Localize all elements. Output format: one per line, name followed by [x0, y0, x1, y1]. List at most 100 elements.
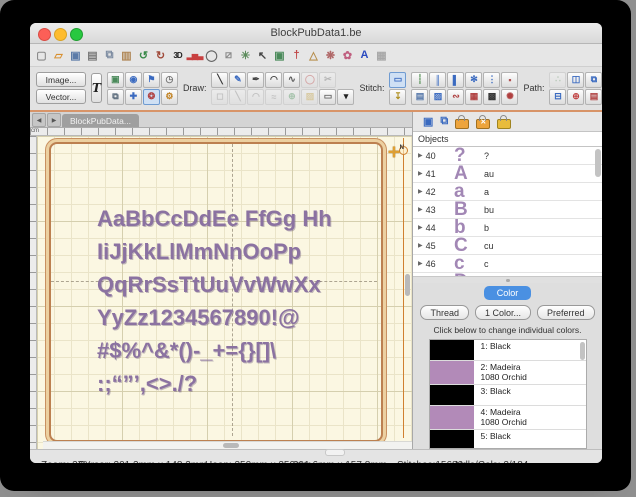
pattern-ball-button[interactable]: ❋: [322, 47, 339, 64]
one-color-button[interactable]: 1 Color...: [475, 305, 531, 320]
pointer-button[interactable]: ↖: [254, 47, 271, 64]
color-item[interactable]: 3: Black: [430, 385, 586, 406]
object-row[interactable]: ▶40 ? ?: [413, 147, 602, 165]
bezier-pen-button[interactable]: ✒: [247, 72, 264, 88]
applique-button[interactable]: ▪: [501, 72, 518, 88]
canvas-vertical-scrollbar[interactable]: [404, 136, 411, 449]
machine-button[interactable]: ✳: [237, 47, 254, 64]
add-node-button[interactable]: ⊕: [283, 89, 300, 105]
pattern-grid-button[interactable]: ❂: [143, 89, 160, 105]
spiral-fill-button[interactable]: ✺: [501, 89, 518, 105]
vertical-scroll-thumb[interactable]: [405, 274, 410, 296]
object-row[interactable]: ▶46 c c: [413, 255, 602, 273]
motif-fill-button[interactable]: ∾: [447, 89, 464, 105]
center-design-button[interactable]: ✚: [125, 89, 142, 105]
expand-arrow-icon[interactable]: ▶: [418, 170, 423, 177]
objects-scroll-thumb[interactable]: [595, 149, 601, 177]
run-stitch-button[interactable]: ┆: [411, 72, 428, 88]
horizontal-scroll-thumb[interactable]: [223, 443, 239, 448]
expand-arrow-icon[interactable]: ▶: [418, 152, 423, 159]
expand-arrow-icon[interactable]: ▶: [418, 188, 423, 195]
next-tab-button[interactable]: ▶: [47, 113, 61, 127]
backdrop-image-button[interactable]: ▣: [107, 72, 124, 88]
single-needle-button[interactable]: ↧: [389, 89, 406, 105]
preferred-button[interactable]: Preferred: [537, 305, 595, 320]
prev-tab-button[interactable]: ◀: [32, 113, 46, 127]
point-pen-button[interactable]: ✎: [229, 72, 246, 88]
outline-stitch-button[interactable]: ▭: [389, 72, 406, 88]
measure-button[interactable]: ⧄: [220, 47, 237, 64]
satin-fill-button[interactable]: ▨: [429, 89, 446, 105]
expand-arrow-icon[interactable]: ▶: [418, 260, 423, 267]
color-scroll-thumb[interactable]: [580, 342, 585, 360]
cut-path-button[interactable]: ✂: [319, 72, 336, 88]
bean-stitch-button[interactable]: ⋮: [483, 72, 500, 88]
embroidery-lettering[interactable]: AaBbCcDdEe FfGg Hh IiJjKkLlMmNnOoPp QqRr…: [97, 202, 397, 400]
canvas-horizontal-scrollbar[interactable]: [43, 441, 412, 449]
wave-button[interactable]: ≈: [265, 89, 282, 105]
object-row[interactable]: ▶42 a a: [413, 183, 602, 201]
straighten-button[interactable]: ╲: [229, 89, 246, 105]
expand-arrow-icon[interactable]: ▶: [418, 242, 423, 249]
group-select-icon[interactable]: ▣: [423, 115, 433, 128]
magnify-box-button[interactable]: ◻: [211, 89, 228, 105]
new-file-button[interactable]: ▢: [33, 47, 50, 64]
layer-order-button[interactable]: ⧉: [107, 89, 124, 105]
copy-button[interactable]: ⧉: [101, 47, 118, 64]
expand-arrow-icon[interactable]: ▶: [418, 224, 423, 231]
freehand-button[interactable]: ∿: [283, 72, 300, 88]
column-fill-button[interactable]: ▌: [447, 72, 464, 88]
image-frame-button[interactable]: ▣: [271, 47, 288, 64]
zoom-tool-button[interactable]: ◯: [203, 47, 220, 64]
image-import-button[interactable]: Image...: [36, 72, 86, 87]
lock-icon[interactable]: [455, 119, 469, 129]
draw-more-button[interactable]: ▾: [337, 89, 354, 105]
object-row[interactable]: ▶41 A au: [413, 165, 602, 183]
expand-arrow-icon[interactable]: ▶: [418, 206, 423, 213]
paste-button[interactable]: ▥: [118, 47, 135, 64]
three-d-button[interactable]: 3D: [169, 47, 186, 64]
ungroup-icon[interactable]: ⧉: [440, 115, 448, 128]
thread-needle-button[interactable]: †: [288, 47, 305, 64]
shape-rect-button[interactable]: ▭: [319, 89, 336, 105]
pattern-fill-button[interactable]: ▩: [483, 89, 500, 105]
satin-column-button[interactable]: ║: [429, 72, 446, 88]
text-tool-button[interactable]: A: [356, 47, 373, 64]
color-tab-badge[interactable]: Color: [484, 286, 532, 300]
color-item[interactable]: 1: Black: [430, 340, 586, 361]
panel-splitter[interactable]: [413, 276, 602, 283]
color-item[interactable]: 2: Madeira 1080 Orchid: [430, 361, 586, 385]
flower-add-button[interactable]: ✿: [339, 47, 356, 64]
duplicate-path-button[interactable]: ⧉: [585, 72, 602, 88]
save-button[interactable]: ▣: [67, 47, 84, 64]
open-folder-button[interactable]: ▱: [50, 47, 67, 64]
cone-button[interactable]: △: [305, 47, 322, 64]
hatch-button[interactable]: ▨: [301, 89, 318, 105]
stitch-chart-button[interactable]: ▂▅▃: [186, 47, 203, 64]
print-button[interactable]: ▤: [84, 47, 101, 64]
color-item[interactable]: 4: Madeira 1080 Orchid: [430, 406, 586, 430]
gears-button[interactable]: ⚙: [161, 89, 178, 105]
show-eye-button[interactable]: ◉: [125, 72, 142, 88]
lock-x-icon[interactable]: ✕: [476, 119, 490, 129]
design-lock-button[interactable]: ▦: [373, 47, 390, 64]
fill-stitch-button[interactable]: ▤: [411, 89, 428, 105]
thread-button[interactable]: Thread: [420, 305, 469, 320]
object-row[interactable]: ▶44 b b: [413, 219, 602, 237]
rotate-left-button[interactable]: ↺: [135, 47, 152, 64]
stitch-clock-button[interactable]: ◷: [161, 72, 178, 88]
status-grip[interactable]: [325, 449, 345, 456]
arc-tool-button[interactable]: ◠: [265, 72, 282, 88]
object-row[interactable]: ▶45 C cu: [413, 237, 602, 255]
lettering-tool-button[interactable]: T: [91, 73, 102, 103]
lock-all-icon[interactable]: [497, 119, 511, 129]
color-item[interactable]: 5: Black: [430, 430, 586, 449]
rotate-right-button[interactable]: ↻: [152, 47, 169, 64]
smooth-arc-button[interactable]: ◠: [247, 89, 264, 105]
ellipse-tool-button[interactable]: ◯: [301, 72, 318, 88]
cross-stitch-button[interactable]: ▦: [465, 89, 482, 105]
branch-nodes-button[interactable]: ∴: [549, 72, 566, 88]
document-tab[interactable]: BlockPubData...: [62, 114, 139, 127]
flag-time-button[interactable]: ⚑: [143, 72, 160, 88]
object-row[interactable]: ▶43 B bu: [413, 201, 602, 219]
